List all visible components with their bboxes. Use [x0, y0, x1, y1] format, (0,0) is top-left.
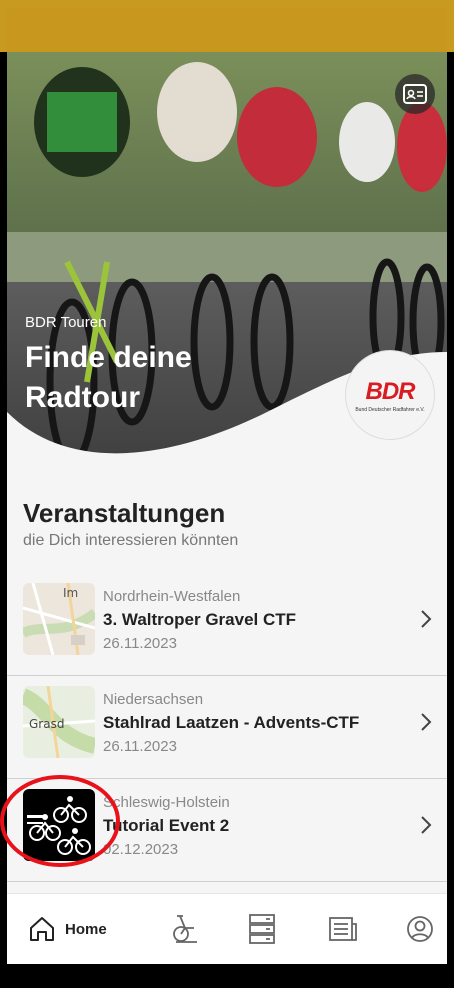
event-region: Schleswig-Holstein [103, 794, 230, 811]
event-list-item[interactable]: Im Nordrhein-Westfalen 3. Waltroper Grav… [7, 573, 447, 676]
hero-title: Finde deine Radtour [25, 341, 192, 414]
map-label: Im [63, 586, 78, 600]
bdr-logo-text: BDR [365, 377, 416, 405]
event-list-item[interactable]: Grasd Niedersachsen Stahlrad Laatzen - A… [7, 676, 447, 779]
hero-banner: BDR Touren Finde deine Radtour BDR Bund … [7, 52, 447, 484]
event-name: 3. Waltroper Gravel CTF [103, 610, 297, 629]
tab-profile[interactable] [405, 912, 435, 946]
event-name: Tutorial Event 2 [103, 816, 230, 835]
event-region: Niedersachsen [103, 691, 204, 708]
tab-label: Home [65, 920, 107, 938]
bottom-tab-bar: Home [7, 893, 447, 964]
map-thumbnail: Im [23, 583, 95, 655]
server-stack-icon [249, 914, 275, 944]
event-region: Nordrhein-Westfalen [103, 588, 241, 605]
event-date: 02.12.2023 [103, 841, 179, 858]
id-card-button[interactable] [395, 74, 435, 114]
bicycle-icon [173, 915, 197, 943]
event-name: Stahlrad Laatzen - Advents-CTF [103, 713, 360, 732]
section-subtitle: die Dich interessieren könnten [23, 532, 239, 549]
tab-tours[interactable] [167, 912, 201, 946]
hero-subtitle: BDR Touren [25, 314, 107, 331]
tab-events[interactable] [247, 912, 277, 946]
tab-news[interactable] [327, 912, 359, 946]
profile-icon [407, 916, 433, 942]
chevron-right-icon [421, 816, 432, 834]
chevron-right-icon [421, 610, 432, 628]
event-date: 26.11.2023 [103, 738, 177, 755]
id-card-icon [403, 84, 427, 104]
bdr-logo: BDR Bund Deutscher Radfahrer e.V. [345, 350, 435, 440]
chevron-right-icon [421, 713, 432, 731]
home-icon [30, 917, 54, 941]
bdr-logo-caption: Bund Deutscher Radfahrer e.V. [355, 406, 425, 413]
map-label: Grasd [29, 717, 64, 731]
highlight-circle-annotation [0, 775, 120, 867]
newspaper-icon [329, 917, 357, 941]
map-thumbnail: Grasd [23, 686, 95, 758]
tab-home[interactable]: Home [27, 912, 107, 946]
status-bar [7, 8, 447, 52]
section-title: Veranstaltungen [23, 498, 226, 528]
event-date: 26.11.2023 [103, 635, 177, 652]
